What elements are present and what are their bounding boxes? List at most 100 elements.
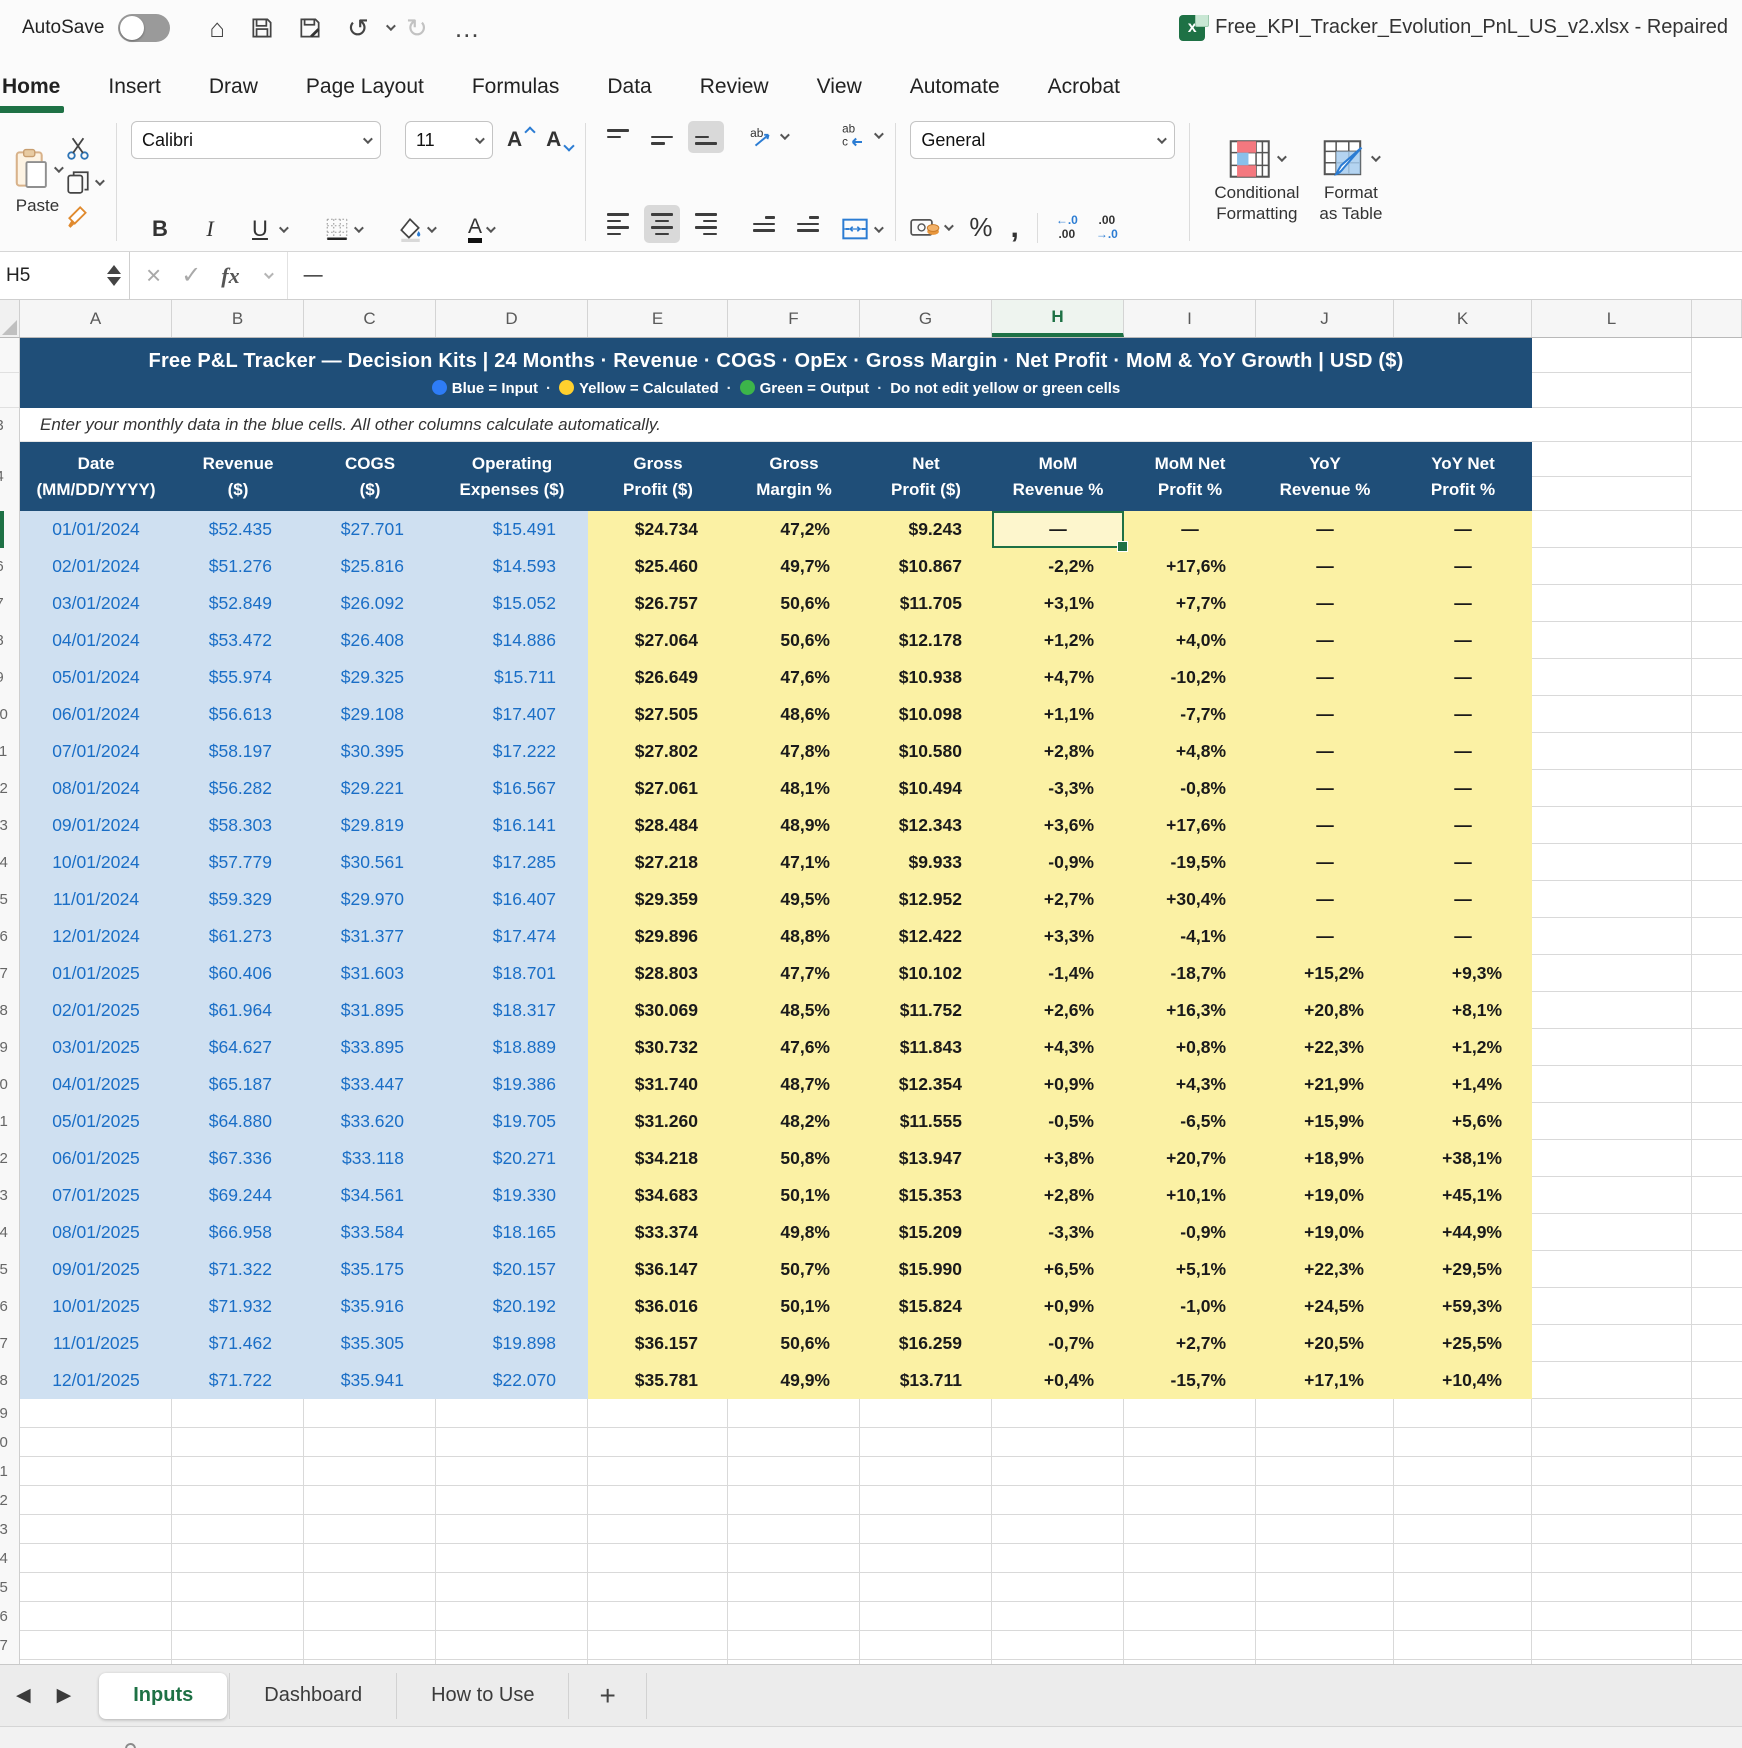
cell[interactable] [1394,1399,1532,1428]
insert-function-icon[interactable]: fx [221,263,239,289]
cell[interactable]: $69.244 [172,1177,304,1214]
cell[interactable] [172,1428,304,1457]
cell[interactable] [20,1428,172,1457]
cell[interactable]: $71.932 [172,1288,304,1325]
cell[interactable]: $13.711 [860,1362,992,1399]
cell[interactable]: 02/01/2024 [20,548,172,585]
cell[interactable]: $29.970 [304,881,436,918]
row-header[interactable]: 27 [0,1325,20,1362]
cancel-icon[interactable]: × [146,260,161,291]
cell[interactable]: +21,9% [1256,1066,1394,1103]
cell[interactable] [1124,1631,1256,1660]
cell-column-L[interactable] [1532,1631,1692,1660]
row-header[interactable]: 31 [0,1457,20,1486]
row-header[interactable]: 18 [0,992,20,1029]
cell[interactable]: $26.649 [588,659,728,696]
cell[interactable]: 12/01/2024 [20,918,172,955]
cell[interactable] [1256,1602,1394,1631]
cell-column-L[interactable] [1532,1103,1692,1140]
cell[interactable]: $30.732 [588,1029,728,1066]
cell[interactable]: 08/01/2024 [20,770,172,807]
cell[interactable]: $27.505 [588,696,728,733]
cell[interactable]: $35.305 [304,1325,436,1362]
cell[interactable]: $31.603 [304,955,436,992]
borders-button[interactable] [324,216,361,242]
cell[interactable]: $11.843 [860,1029,992,1066]
cell[interactable]: 49,5% [728,881,860,918]
row-header[interactable]: 29 [0,1399,20,1428]
row-header[interactable]: 20 [0,1066,20,1103]
column-header-H[interactable]: H [992,300,1124,337]
cell[interactable]: +17,1% [1256,1362,1394,1399]
cell[interactable]: $15.711 [436,659,588,696]
cell-column-L[interactable] [1532,1602,1692,1631]
cell[interactable]: $12.354 [860,1066,992,1103]
cell[interactable]: $17.285 [436,844,588,881]
cell[interactable]: 47,7% [728,955,860,992]
cell[interactable]: +5,6% [1394,1103,1532,1140]
save-icon[interactable] [249,15,275,41]
cell[interactable]: $11.705 [860,585,992,622]
cell[interactable]: $11.752 [860,992,992,1029]
row-header[interactable]: 16 [0,918,20,955]
tab-insert[interactable]: Insert [106,75,163,105]
format-painter-button[interactable] [65,203,102,229]
accounting-format-button[interactable] [910,216,951,240]
wrap-text-button[interactable]: ab c [840,121,881,149]
cell[interactable]: $28.803 [588,955,728,992]
cell[interactable]: +15,9% [1256,1103,1394,1140]
increase-indent-button[interactable] [790,208,826,240]
cell[interactable]: $30.395 [304,733,436,770]
cell[interactable]: $28.484 [588,807,728,844]
row-header[interactable]: 19 [0,1029,20,1066]
cell[interactable]: $25.460 [588,548,728,585]
cell[interactable]: +16,3% [1124,992,1256,1029]
cell[interactable] [304,1631,436,1660]
align-middle-button[interactable] [644,121,680,153]
cell[interactable]: 48,9% [728,807,860,844]
cell[interactable]: +38,1% [1394,1140,1532,1177]
cell[interactable]: $35.941 [304,1362,436,1399]
cell[interactable]: $18.317 [436,992,588,1029]
undo-icon[interactable]: ↺ [347,15,369,41]
cell[interactable] [436,1631,588,1660]
cell[interactable]: 09/01/2024 [20,807,172,844]
cell[interactable] [992,1457,1124,1486]
merge-center-button[interactable] [840,215,881,243]
cell[interactable] [728,1399,860,1428]
cell[interactable]: — [1256,807,1394,844]
cell[interactable] [860,1544,992,1573]
cell[interactable]: $29.221 [304,770,436,807]
cell[interactable] [728,1428,860,1457]
cell[interactable]: $17.222 [436,733,588,770]
cell[interactable] [588,1399,728,1428]
cell[interactable]: $52.435 [172,511,304,548]
font-size-select[interactable]: 11 [405,121,493,159]
font-color-button[interactable]: A [468,216,493,243]
cell[interactable]: $10.494 [860,770,992,807]
cell[interactable] [1256,1515,1394,1544]
row-header[interactable]: 22 [0,1140,20,1177]
cell[interactable] [304,1544,436,1573]
cell[interactable]: -10,2% [1124,659,1256,696]
cell[interactable] [172,1544,304,1573]
cell[interactable] [1124,1399,1256,1428]
cell-column-L[interactable] [1532,1486,1692,1515]
cell[interactable]: $12.952 [860,881,992,918]
cell[interactable]: $26.757 [588,585,728,622]
cell[interactable] [20,1515,172,1544]
cell[interactable]: $14.593 [436,548,588,585]
cell-column-L[interactable] [1532,408,1692,442]
cell[interactable]: $36.157 [588,1325,728,1362]
cell[interactable]: $15.353 [860,1177,992,1214]
cell[interactable] [992,1573,1124,1602]
cell[interactable]: $15.491 [436,511,588,548]
cell[interactable]: $31.260 [588,1103,728,1140]
cell[interactable]: +4,0% [1124,622,1256,659]
row-header[interactable]: 25 [0,1251,20,1288]
cell[interactable] [728,1486,860,1515]
cell[interactable] [304,1486,436,1515]
cell[interactable]: +29,5% [1394,1251,1532,1288]
row-header[interactable]: 21 [0,1103,20,1140]
row-header[interactable]: 10 [0,696,20,733]
